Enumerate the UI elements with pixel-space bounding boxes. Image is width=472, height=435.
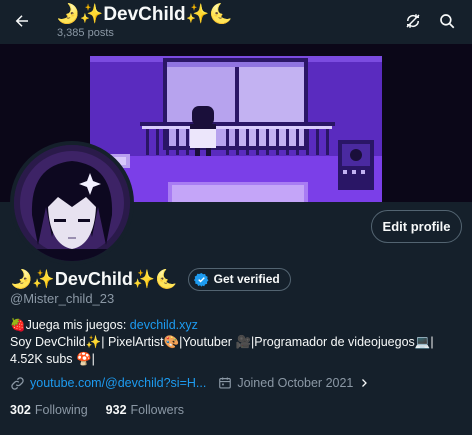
avatar[interactable] — [10, 141, 134, 265]
verified-badge-icon — [193, 272, 209, 287]
bio-text: Soy DevChild✨| PixelArtist🎨|Youtuber 🎥|P… — [10, 335, 434, 366]
following-link[interactable]: 302 Following — [10, 403, 88, 417]
website-item[interactable]: youtube.com/@devchild?si=H... — [10, 376, 206, 391]
refresh-button[interactable] — [398, 6, 428, 36]
link-icon — [11, 376, 24, 390]
avatar-pixel-portrait — [14, 145, 130, 261]
arrow-left-icon — [15, 15, 28, 27]
follow-stats: 302 Following 932 Followers — [10, 402, 184, 418]
profile-meta: youtube.com/@devchild?si=H... Joined Oct… — [10, 374, 370, 392]
joined-item[interactable]: Joined October 2021 — [218, 376, 370, 390]
display-name: 🌛✨DevChild✨🌜 — [10, 268, 178, 289]
search-button[interactable] — [432, 6, 462, 36]
joined-date: Joined October 2021 — [237, 376, 354, 390]
followers-link[interactable]: 932 Followers — [106, 403, 184, 417]
followers-count: 932 — [105, 403, 127, 417]
followers-label: Followers — [130, 403, 185, 417]
bio-line-1: 🍓Juega mis juegos: devchild.xyz — [10, 317, 465, 334]
get-verified-label: Get verified — [213, 272, 280, 286]
get-verified-button[interactable]: Get verified — [187, 267, 291, 291]
bio-link[interactable]: devchild.xyz — [130, 318, 198, 332]
profile-header: 🌛✨DevChild✨🌜 3,385 posts — [0, 0, 472, 44]
search-icon — [440, 14, 455, 29]
calendar-icon — [219, 377, 232, 389]
website-link[interactable]: youtube.com/@devchild?si=H... — [30, 376, 206, 390]
header-title: 🌛✨DevChild✨🌜 — [56, 4, 233, 25]
bio: 🍓Juega mis juegos: devchild.xyz Soy DevC… — [10, 317, 465, 368]
name-row: 🌛✨DevChild✨🌜 Get verified — [10, 266, 291, 292]
following-count: 302 — [10, 403, 31, 417]
bio-prefix: 🍓Juega mis juegos: — [10, 318, 130, 332]
refresh-slash-icon — [406, 14, 420, 28]
chevron-right-icon — [362, 379, 368, 387]
following-label: Following — [34, 403, 88, 417]
back-button[interactable] — [6, 5, 38, 37]
handle: @Mister_child_23 — [10, 291, 115, 306]
edit-profile-button[interactable]: Edit profile — [371, 210, 462, 243]
post-count: 3,385 posts — [57, 27, 114, 39]
